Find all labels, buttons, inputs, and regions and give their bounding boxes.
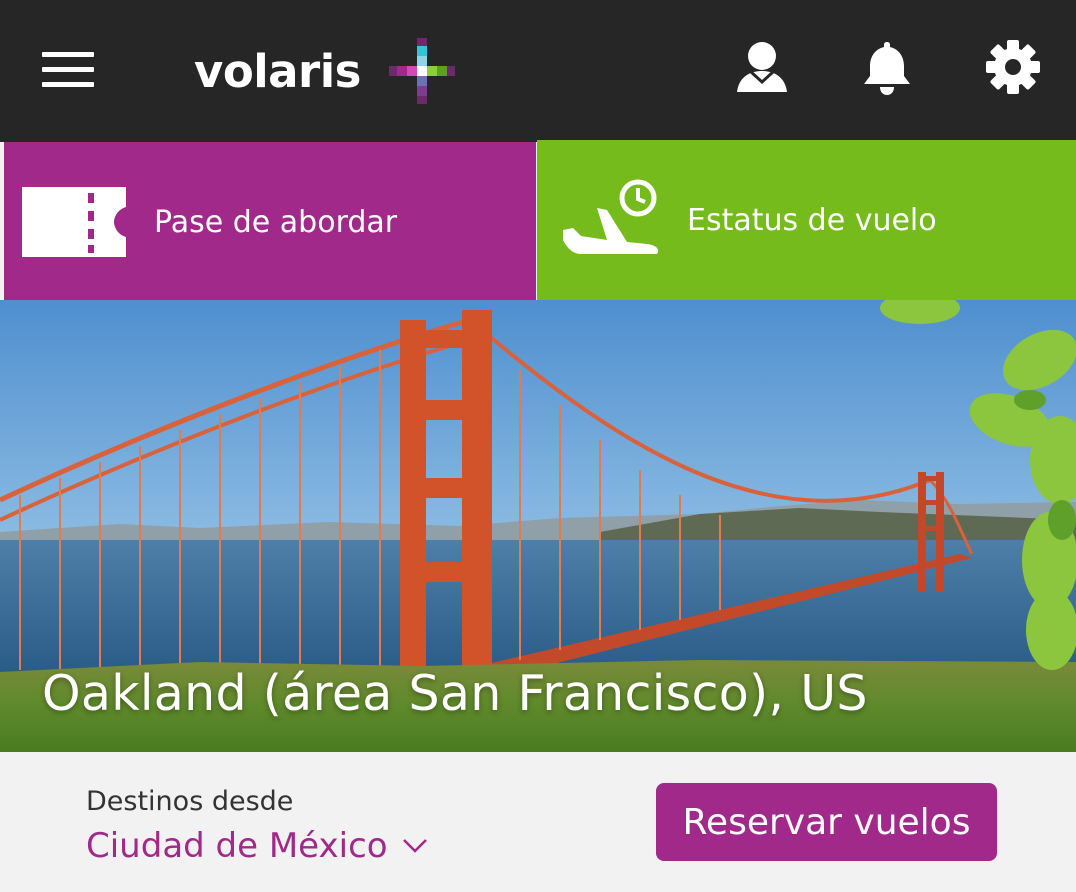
logo-plus-icon <box>388 38 455 104</box>
destination-title: Oakland (área San Francisco), US <box>42 665 868 722</box>
bell-icon[interactable] <box>858 38 916 96</box>
volaris-logo: volaris <box>194 36 457 106</box>
destinations-from-label: Destinos desde <box>86 786 294 817</box>
plane-clock-icon <box>563 179 659 254</box>
quick-actions: Pase de abordar Estatus de vuelo <box>0 140 1076 302</box>
origin-city-selector[interactable]: Ciudad de México <box>86 826 428 866</box>
destination-hero-banner[interactable]: Oakland (área San Francisco), US <box>0 300 1076 752</box>
ticket-icon <box>22 187 126 257</box>
origin-city-value: Ciudad de México <box>86 826 388 866</box>
chevron-down-icon <box>402 839 427 853</box>
logo-text: volaris <box>194 44 361 98</box>
boarding-pass-label: Pase de abordar <box>154 204 398 240</box>
flight-status-label: Estatus de vuelo <box>687 202 937 238</box>
user-icon[interactable] <box>733 38 791 96</box>
book-flights-button[interactable]: Reservar vuelos <box>656 783 997 861</box>
top-navigation-bar: volaris <box>0 0 1076 142</box>
gear-icon[interactable] <box>984 38 1042 96</box>
flight-status-button[interactable]: Estatus de vuelo <box>537 140 1076 300</box>
hamburger-menu-icon[interactable] <box>42 52 94 90</box>
boarding-pass-button[interactable]: Pase de abordar <box>4 142 536 302</box>
booking-bar: Destinos desde Ciudad de México Reservar… <box>4 752 1076 892</box>
